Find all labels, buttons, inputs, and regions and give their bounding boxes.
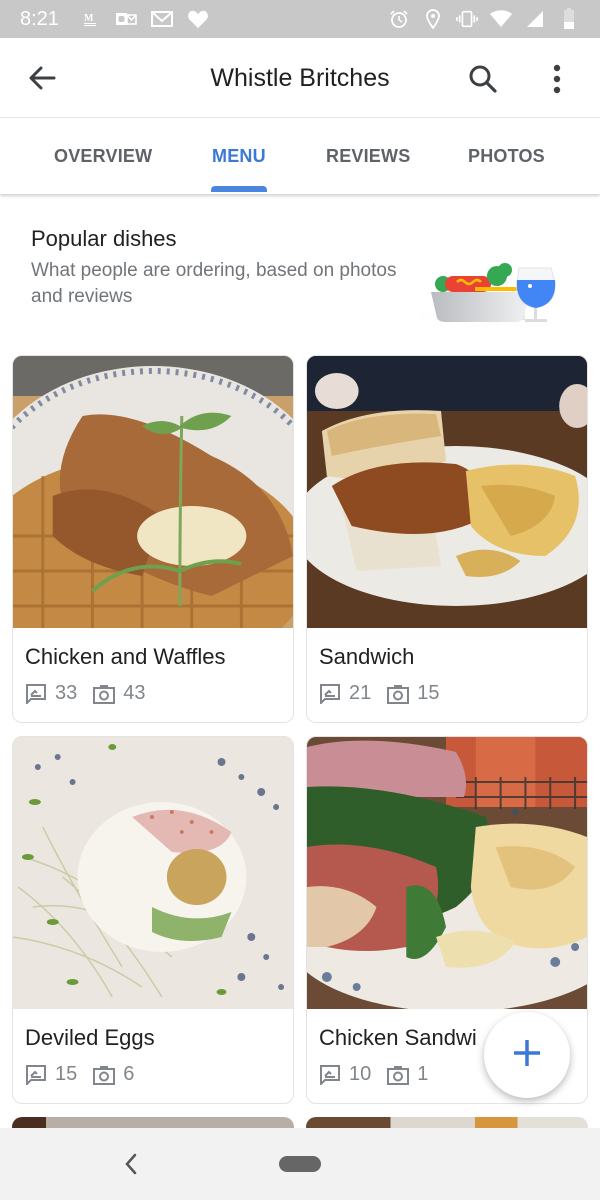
tab-reviews[interactable]: REVIEWS xyxy=(326,146,410,167)
tab-bar: OVERVIEW MENU REVIEWS PHOTOS xyxy=(0,118,600,194)
dish-photo xyxy=(13,737,293,1009)
review-count: 10 xyxy=(349,1063,372,1085)
svg-text:M: M xyxy=(84,13,94,24)
dish-card[interactable]: Chicken and Waffles 33 43 xyxy=(12,355,294,723)
home-pill-icon[interactable] xyxy=(279,1156,321,1172)
status-bar: 8:21 M xyxy=(0,0,600,38)
vibrate-icon xyxy=(456,10,478,28)
review-count: 21 xyxy=(349,682,372,704)
section-title: Popular dishes xyxy=(31,226,177,251)
photo-count: 1 xyxy=(417,1063,429,1085)
review-icon xyxy=(25,683,47,704)
heart-icon xyxy=(187,10,209,29)
food-bowl-illustration-icon xyxy=(405,254,565,324)
dish-stats: 15 6 xyxy=(25,1063,150,1086)
dish-photo xyxy=(307,356,587,628)
review-count: 33 xyxy=(55,682,78,704)
nav-back-icon[interactable] xyxy=(120,1150,142,1178)
page-title: Whistle Britches xyxy=(210,64,390,92)
gmail-m-icon: M xyxy=(79,10,101,28)
camera-icon xyxy=(93,1065,116,1085)
system-nav-bar xyxy=(0,1128,600,1200)
location-icon xyxy=(422,9,444,29)
review-count: 15 xyxy=(55,1063,78,1085)
status-time: 8:21 xyxy=(20,7,59,30)
tab-photos[interactable]: PHOTOS xyxy=(468,146,545,167)
review-icon xyxy=(319,1064,341,1085)
dish-stats: 21 15 xyxy=(319,682,456,705)
app-bar: Whistle Britches xyxy=(0,38,600,118)
photo-count: 6 xyxy=(123,1063,135,1085)
wifi-icon xyxy=(490,10,512,28)
dish-stats: 33 43 xyxy=(25,682,162,705)
mail-icon xyxy=(150,10,173,28)
photo-count: 43 xyxy=(123,682,146,704)
outlook-icon xyxy=(115,10,137,28)
review-icon xyxy=(25,1064,47,1085)
signal-icon xyxy=(524,10,546,28)
battery-icon xyxy=(558,8,580,29)
dish-photo xyxy=(307,737,587,1009)
tab-overview[interactable]: OVERVIEW xyxy=(54,146,152,167)
dish-name: Chicken and Waffles xyxy=(25,644,226,669)
more-vert-icon[interactable] xyxy=(544,62,570,96)
photo-count: 15 xyxy=(417,682,440,704)
add-dish-button[interactable] xyxy=(484,1012,570,1098)
review-icon xyxy=(319,683,341,704)
dish-name: Deviled Eggs xyxy=(25,1025,155,1050)
tab-menu[interactable]: MENU xyxy=(212,146,266,167)
section-subtitle: What people are ordering, based on photo… xyxy=(31,260,397,307)
camera-icon xyxy=(93,684,116,704)
dish-stats: 10 1 xyxy=(319,1063,444,1086)
add-icon xyxy=(512,1038,542,1073)
dish-name: Sandwich xyxy=(319,644,415,669)
camera-icon xyxy=(387,684,410,704)
popular-dishes-header: Popular dishes What people are ordering,… xyxy=(0,194,600,354)
dish-card[interactable]: Sandwich 21 15 xyxy=(306,355,588,723)
dish-name: Chicken Sandwi xyxy=(319,1025,477,1050)
dish-photo xyxy=(13,356,293,628)
camera-icon xyxy=(387,1065,410,1085)
dish-card[interactable]: Deviled Eggs 15 6 xyxy=(12,736,294,1104)
alarm-icon xyxy=(388,10,410,28)
search-icon[interactable] xyxy=(466,62,500,96)
active-tab-indicator xyxy=(211,186,267,192)
